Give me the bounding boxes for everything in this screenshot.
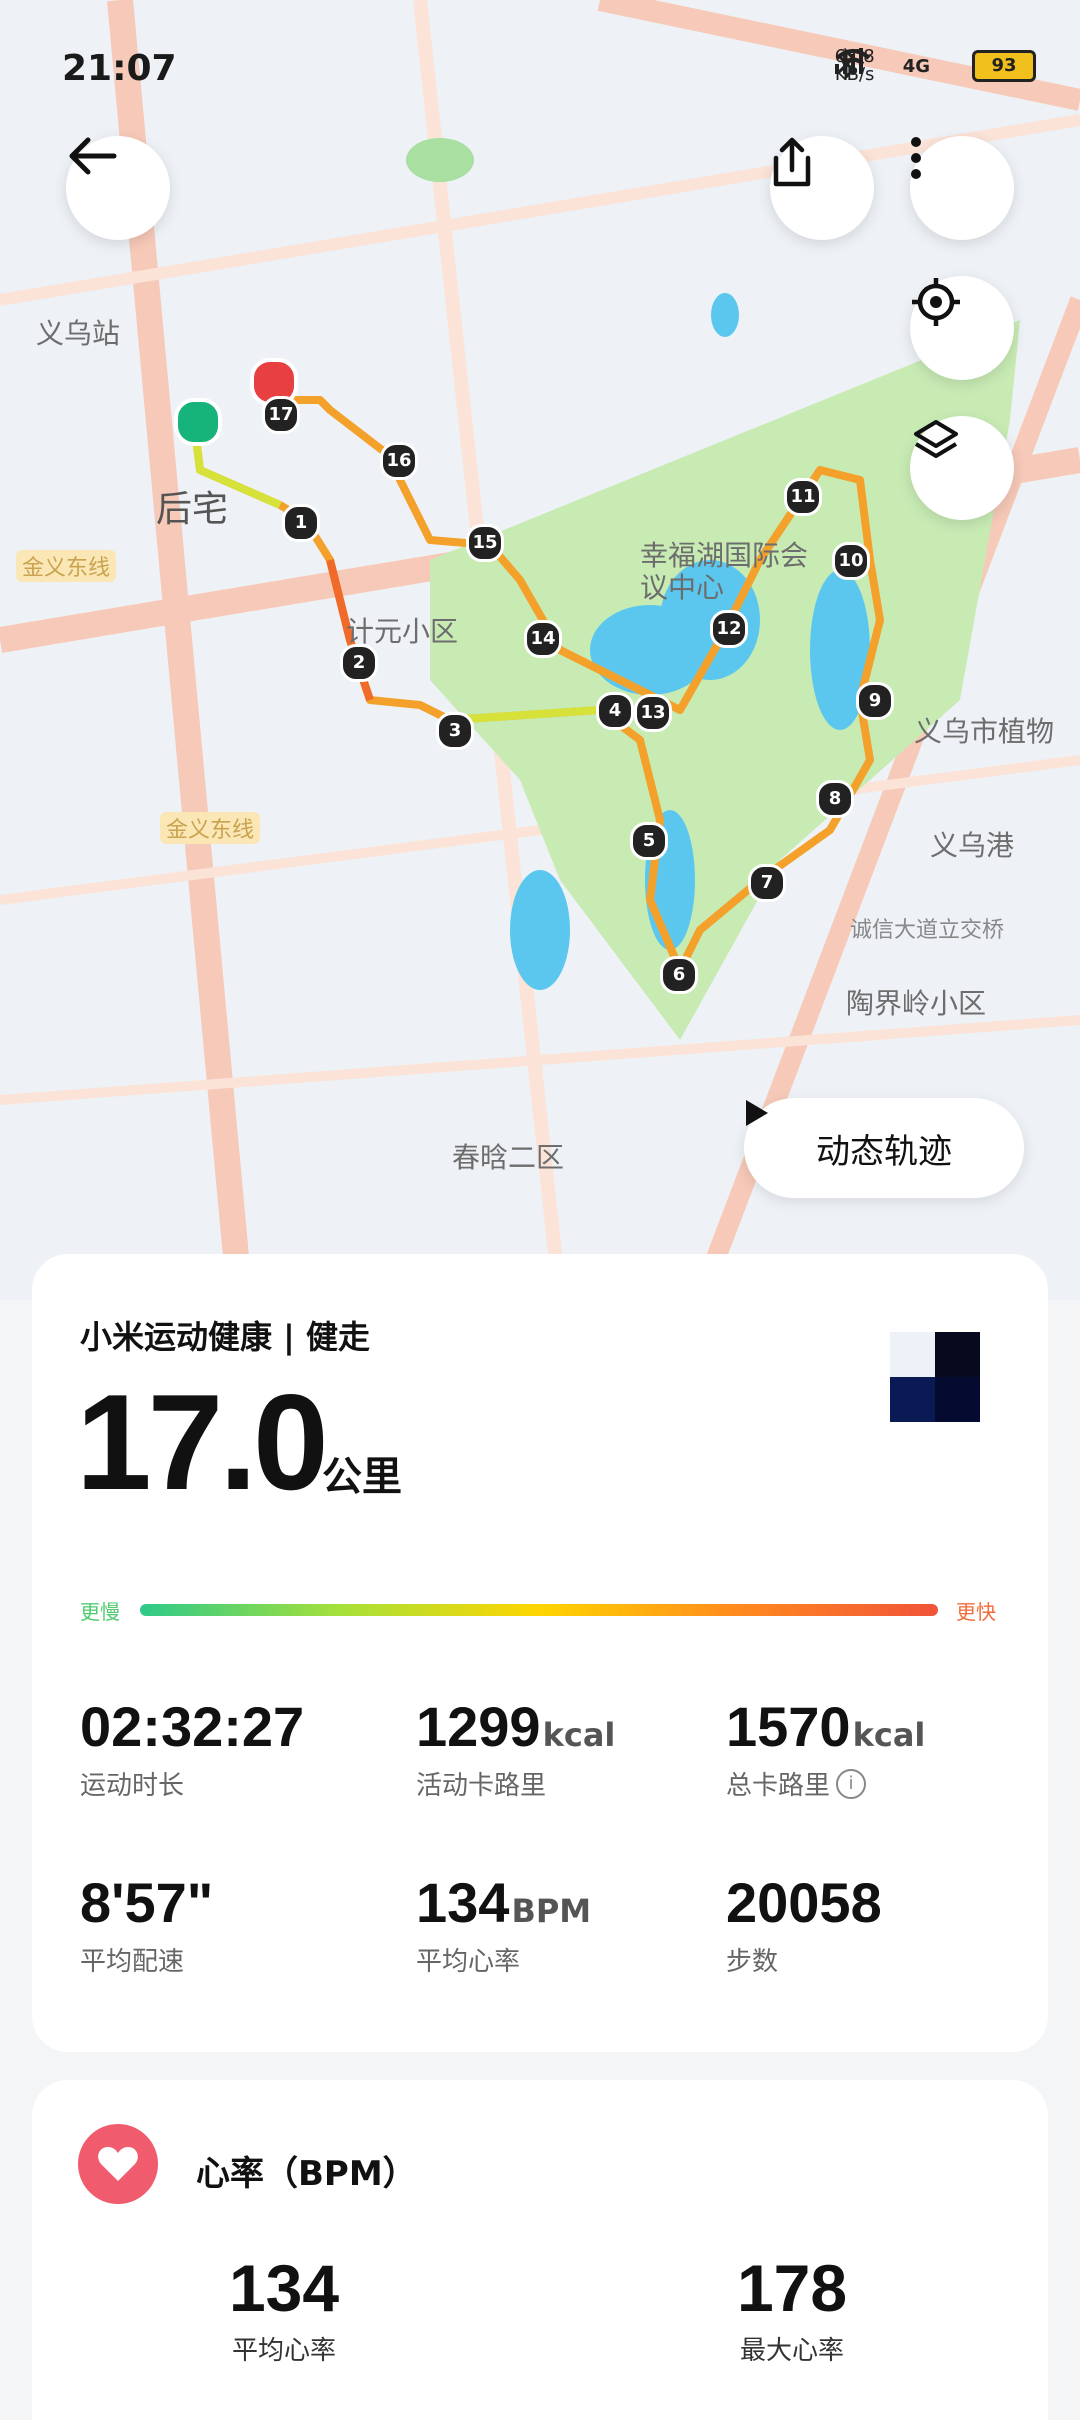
heart-rate-title: 心率（BPM） [196,2154,417,2194]
start-pin-icon [174,398,222,446]
summary-card: 小米运动健康 | 健走 17.0 公里 更慢 更快 02:32:27 运动时长 … [32,1254,1048,2052]
map-label: 金义东线 [160,812,261,844]
arrow-left-icon [69,137,117,175]
more-button[interactable] [910,136,1014,240]
stat-total-calories: 1570kcal 总卡路里 i [726,1695,926,1801]
km-marker: 11 [784,478,822,516]
km-marker: 12 [710,610,748,648]
crosshair-icon [912,278,960,326]
km-marker: 17 [262,396,300,434]
more-vertical-icon [911,137,921,179]
stat-duration: 02:32:27 运动时长 [80,1695,305,1801]
route-map[interactable]: 21:07 6.08 KB/s 4G 93 义乌站 后宅 金义东线 金义东线 计… [0,0,1080,1300]
stat-active-calories: 1299kcal 活动卡路里 [416,1695,616,1801]
qr-code-icon[interactable] [890,1332,980,1422]
heart-rate-card[interactable]: 心率（BPM） 134 平均心率 178 最大心率 [32,2080,1048,2420]
km-marker: 10 [832,542,870,580]
share-icon [773,137,811,187]
map-label: 诚信大道立交桥 [850,918,1005,943]
status-bar: 21:07 6.08 KB/s 4G 93 [0,0,1080,120]
share-button[interactable] [770,136,874,240]
pace-fast-label: 更快 [956,1600,996,1624]
info-icon[interactable]: i [836,1768,867,1799]
map-label: 后宅 [156,489,229,530]
map-label: 义乌站 [36,317,121,350]
km-marker: 3 [436,712,474,750]
distance-unit: 公里 [322,1454,402,1500]
pace-gradient-bar [140,1604,938,1616]
km-marker: 9 [856,682,894,720]
layers-icon [914,420,958,458]
status-icons: 6.08 KB/s 4G 93 [834,48,1036,84]
stat-avg-pace: 8'57" 平均配速 [80,1871,214,1977]
pace-slow-label: 更慢 [80,1600,120,1624]
km-marker: 2 [340,644,378,682]
map-label: 义乌港 [930,829,1015,862]
km-marker: 13 [634,694,672,732]
distance-value: 17.0 [76,1366,329,1518]
km-marker: 1 [282,504,320,542]
km-marker: 7 [748,864,786,902]
dynamic-track-button[interactable]: 动态轨迹 [744,1098,1024,1198]
dynamic-track-label: 动态轨迹 [816,1131,952,1172]
km-marker: 6 [660,956,698,994]
map-label: 春晗二区 [452,1141,565,1174]
heart-rate-max: 178 最大心率 [736,2251,848,2366]
stat-avg-heart-rate: 134BPM 平均心率 [416,1871,592,1977]
heart-rate-avg: 134 平均心率 [228,2251,340,2366]
battery-icon: 93 [972,50,1036,82]
stat-steps: 20058 步数 [726,1871,882,1977]
km-marker: 4 [596,692,634,730]
signal-label: 4G [902,55,930,77]
map-label: 幸福湖国际会议中心 [640,539,809,604]
km-marker: 5 [630,822,668,860]
map-label: 金义东线 [16,550,117,582]
km-marker: 16 [380,442,418,480]
map-label: 义乌市植物 [914,715,1055,748]
clock: 21:07 [62,48,177,89]
heart-icon [78,2124,158,2204]
back-button[interactable] [66,136,170,240]
locate-button[interactable] [910,276,1014,380]
app-brand: 小米运动健康 | 健走 [80,1318,370,1356]
layers-button[interactable] [910,416,1014,520]
play-icon [746,1100,768,1126]
km-marker: 15 [466,524,504,562]
map-label: 陶界岭小区 [846,987,987,1020]
km-marker: 14 [524,620,562,658]
km-marker: 8 [816,780,854,818]
